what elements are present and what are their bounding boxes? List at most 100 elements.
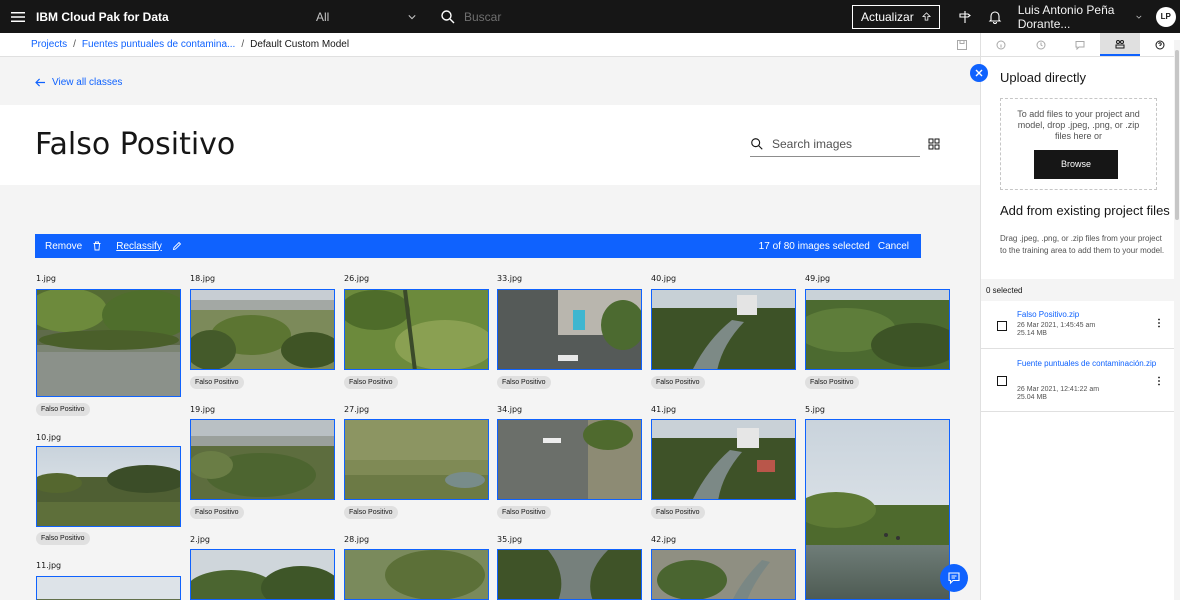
chevron-down-icon: [408, 14, 416, 19]
upload-title: Upload directly: [1000, 70, 1086, 85]
file-checkbox[interactable]: [997, 321, 1007, 331]
close-icon: [975, 69, 983, 77]
list-item[interactable]: Fuente puntuales de contaminación.zip 26…: [981, 350, 1180, 412]
image-filename: 33.jpg: [497, 274, 523, 283]
existing-files-title: Add from existing project files: [1000, 203, 1170, 218]
tab-info[interactable]: [981, 33, 1021, 56]
menu-icon[interactable]: [0, 0, 36, 33]
river-photo: [498, 550, 641, 599]
grassland-photo: [345, 420, 488, 499]
aerial-river-photo: [652, 290, 795, 369]
close-panel-button[interactable]: [970, 64, 988, 82]
image-thumbnail[interactable]: [344, 289, 489, 370]
browse-button[interactable]: Browse: [1034, 150, 1118, 179]
main-content: View all classes Falso Positivo Search i…: [0, 57, 980, 600]
file-size: 25.04 MB: [1017, 394, 1047, 401]
user-menu[interactable]: Luis Antonio Peña Dorante...: [1010, 3, 1150, 31]
image-thumbnail[interactable]: [36, 446, 181, 527]
global-search-input[interactable]: Buscar: [426, 9, 846, 25]
class-tag: Falso Positivo: [344, 376, 398, 389]
image-filename: 28.jpg: [344, 535, 370, 544]
scope-value: All: [316, 9, 330, 24]
overflow-menu-icon[interactable]: [1157, 376, 1161, 386]
image-thumbnail[interactable]: [497, 419, 642, 500]
drop-instructions: To add files to your project and model, …: [1017, 109, 1140, 141]
file-name[interactable]: Falso Positivo.zip: [1017, 309, 1157, 321]
image-gallery: 1.jpg Falso Positivo 10.jpg Falso Positi…: [0, 57, 980, 600]
breadcrumb-project[interactable]: Fuentes puntuales de contamina...: [82, 39, 235, 50]
vegetation-photo: [345, 290, 488, 369]
image-thumbnail[interactable]: [344, 549, 489, 600]
data-icon: [1115, 39, 1125, 48]
aerial-town-photo: [191, 420, 334, 499]
image-thumbnail[interactable]: [805, 289, 950, 370]
panel-tabs: [981, 33, 1180, 57]
image-filename: 49.jpg: [805, 274, 831, 283]
image-thumbnail[interactable]: [190, 289, 335, 370]
image-filename: 19.jpg: [190, 405, 216, 414]
help-icon: [1155, 40, 1165, 49]
file-checkbox[interactable]: [997, 376, 1007, 386]
tab-comments[interactable]: [1061, 33, 1101, 56]
image-filename: 42.jpg: [651, 535, 677, 544]
image-filename: 41.jpg: [651, 405, 677, 414]
class-tag: Falso Positivo: [651, 506, 705, 519]
breadcrumb-projects[interactable]: Projects: [31, 39, 67, 50]
search-scope-select[interactable]: All: [306, 0, 426, 33]
tab-history[interactable]: [1021, 33, 1061, 56]
signpost-icon[interactable]: [950, 0, 980, 33]
update-label: Actualizar: [861, 9, 914, 24]
notification-bell-icon[interactable]: [980, 0, 1010, 33]
breadcrumb-separator: /: [73, 39, 76, 50]
list-item[interactable]: Falso Positivo.zip 26 Mar 2021, 1:45:45 …: [981, 301, 1180, 349]
image-thumbnail[interactable]: [36, 289, 181, 397]
image-filename: 26.jpg: [344, 274, 370, 283]
image-thumbnail[interactable]: [497, 289, 642, 370]
search-icon: [441, 9, 455, 23]
tab-data[interactable]: [1100, 33, 1141, 56]
file-name[interactable]: Fuente puntuales de contaminación.zip: [1017, 358, 1157, 370]
aerial-water-photo: [498, 420, 641, 499]
overflow-menu-icon[interactable]: [1157, 318, 1161, 328]
data-panel: Upload directly To add files to your pro…: [980, 33, 1180, 600]
image-thumbnail[interactable]: [36, 576, 181, 600]
image-thumbnail[interactable]: [190, 419, 335, 500]
image-thumbnail[interactable]: [651, 289, 796, 370]
image-filename: 2.jpg: [190, 535, 211, 544]
field-photo: [37, 447, 180, 526]
riverbank-photo: [806, 420, 949, 599]
image-thumbnail[interactable]: [497, 549, 642, 600]
image-thumbnail[interactable]: [344, 419, 489, 500]
river-photo: [37, 290, 180, 396]
image-thumbnail[interactable]: [805, 419, 950, 600]
image-thumbnail[interactable]: [651, 549, 796, 600]
aerial-pool-photo: [498, 290, 641, 369]
chat-button[interactable]: [940, 564, 968, 592]
file-size: 25.14 MB: [1017, 330, 1047, 337]
aerial-town-photo: [191, 290, 334, 369]
brand-name[interactable]: IBM Cloud Pak for Data: [36, 10, 306, 24]
class-tag: Falso Positivo: [36, 532, 90, 545]
image-filename: 11.jpg: [36, 561, 62, 570]
image-filename: 34.jpg: [497, 405, 523, 414]
update-button[interactable]: Actualizar: [852, 4, 940, 29]
aerial-river-photo: [652, 550, 795, 599]
upgrade-icon: [921, 12, 931, 21]
image-thumbnail[interactable]: [190, 549, 335, 600]
save-icon[interactable]: [956, 39, 968, 51]
image-thumbnail[interactable]: [651, 419, 796, 500]
class-tag: Falso Positivo: [805, 376, 859, 389]
trees-photo: [191, 550, 334, 599]
avatar[interactable]: LP: [1155, 6, 1176, 27]
breadcrumb: Projects / Fuentes puntuales de contamin…: [0, 33, 980, 57]
class-tag: Falso Positivo: [651, 376, 705, 389]
scrollbar-thumb[interactable]: [1175, 50, 1179, 220]
image-filename: 18.jpg: [190, 274, 216, 283]
class-tag: Falso Positivo: [497, 506, 551, 519]
user-name: Luis Antonio Peña Dorante...: [1017, 2, 1115, 31]
info-icon: [996, 40, 1006, 49]
file-dropzone[interactable]: To add files to your project and model, …: [1000, 98, 1157, 190]
selected-count: 0 selected: [981, 279, 1180, 301]
scrollbar[interactable]: [1174, 40, 1180, 600]
top-navigation-bar: IBM Cloud Pak for Data All Buscar Actual…: [0, 0, 1180, 33]
